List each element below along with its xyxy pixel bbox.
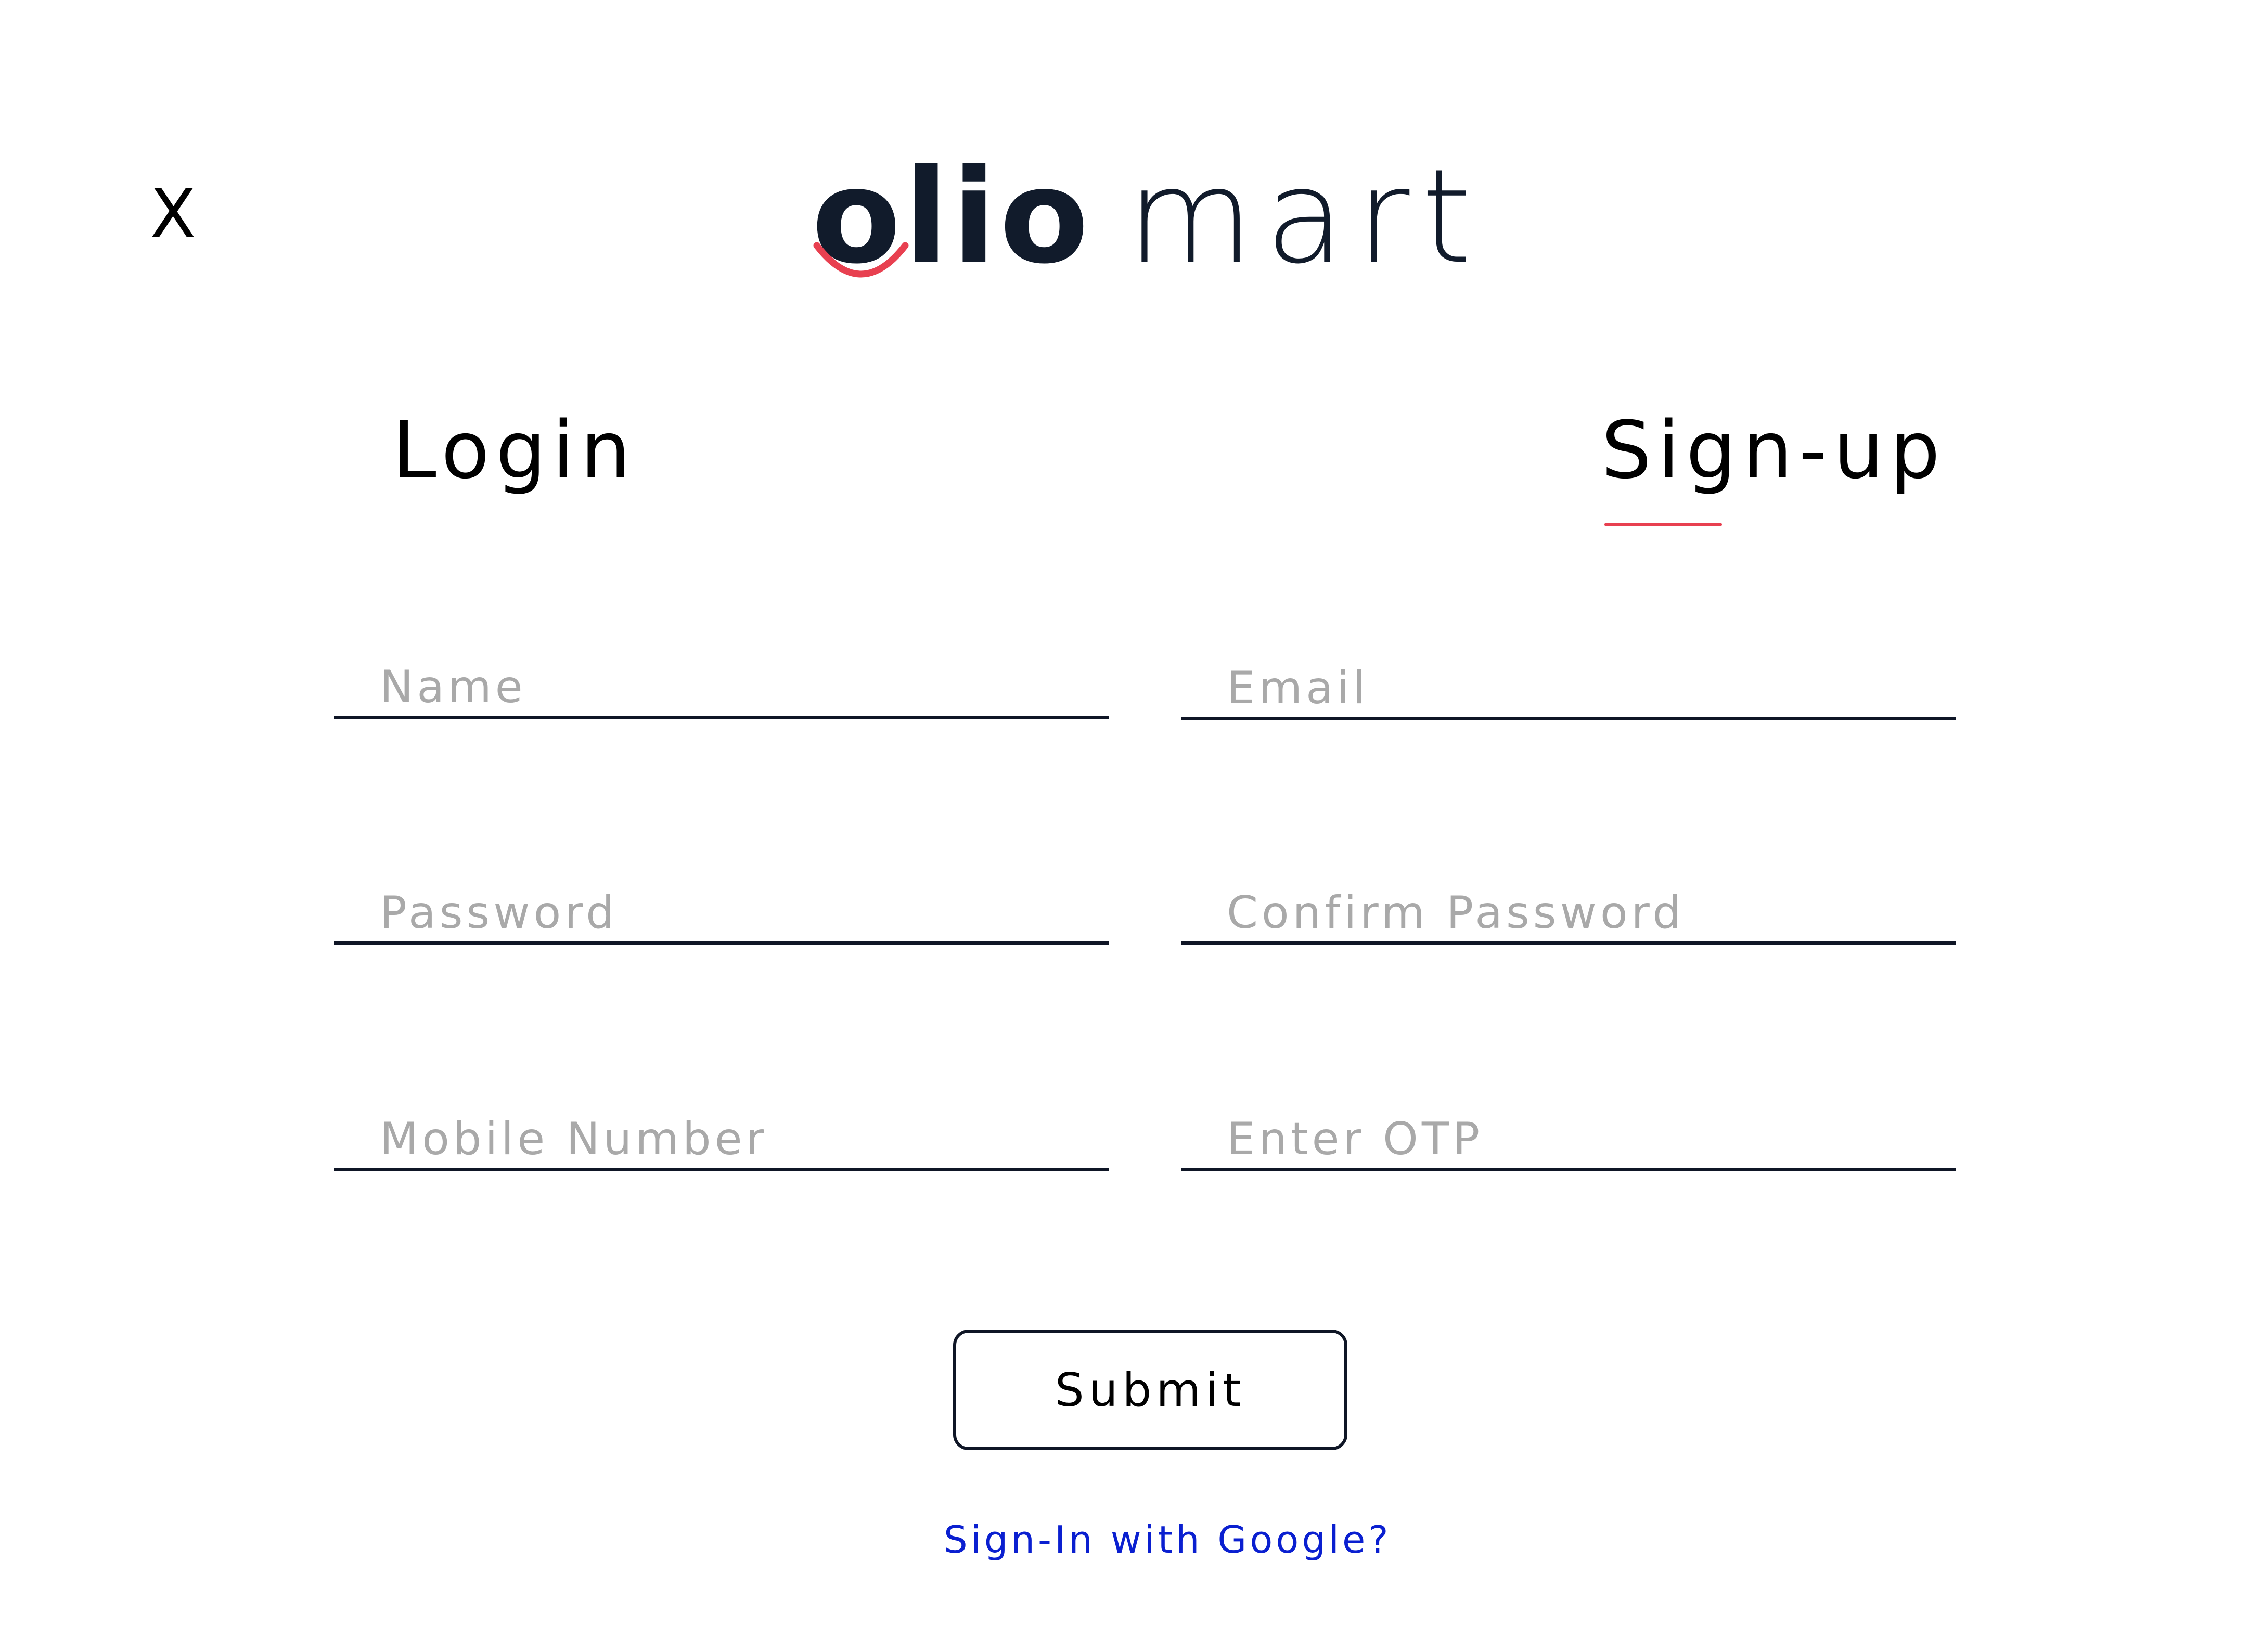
logo-text-light: mart <box>1127 141 1484 292</box>
confirm-password-field-container <box>1181 884 1956 945</box>
confirm-password-input[interactable] <box>1181 884 1956 941</box>
tab-login[interactable]: Login <box>392 411 637 490</box>
email-field-container <box>1181 660 1956 720</box>
name-input[interactable] <box>334 659 1109 716</box>
password-input[interactable] <box>334 884 1109 941</box>
close-icon[interactable]: X <box>150 180 196 248</box>
password-field-container <box>334 884 1109 945</box>
otp-field-container <box>1181 1111 1956 1171</box>
mobile-number-input[interactable] <box>334 1111 1109 1168</box>
google-signin-link[interactable]: Sign-In with Google? <box>944 1521 1392 1558</box>
submit-button[interactable]: Submit <box>953 1330 1347 1450</box>
name-field-container <box>334 659 1109 719</box>
mobile-field-container <box>334 1111 1109 1171</box>
brand-logo: olio mart <box>812 152 1472 287</box>
logo-smile-icon <box>813 242 909 278</box>
active-tab-indicator <box>1604 523 1722 526</box>
email-input[interactable] <box>1181 660 1956 717</box>
tab-signup[interactable]: Sign-up <box>1601 411 1946 490</box>
otp-input[interactable] <box>1181 1111 1956 1168</box>
